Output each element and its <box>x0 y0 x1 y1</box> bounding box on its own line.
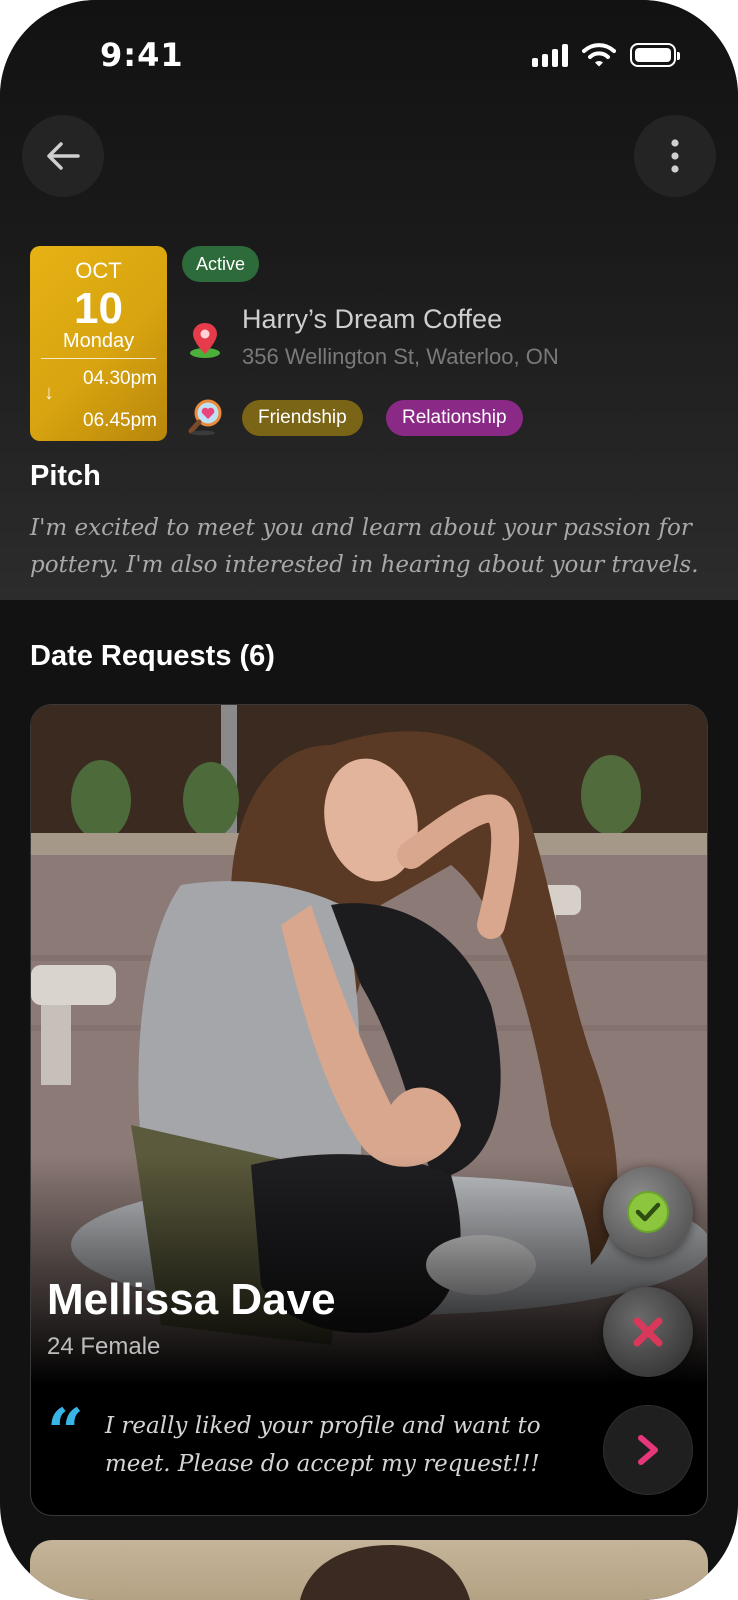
requester-name: Mellissa Dave <box>47 1275 336 1324</box>
date-requests-title: Date Requests (6) <box>30 640 275 672</box>
close-icon <box>633 1317 663 1347</box>
venue-address: 356 Wellington St, Waterloo, ON <box>242 344 559 369</box>
check-icon <box>627 1191 669 1233</box>
more-options-button[interactable] <box>634 115 716 197</box>
location-pin-icon <box>190 323 220 358</box>
back-button[interactable] <box>22 115 104 197</box>
more-vertical-icon <box>671 139 679 173</box>
status-icons <box>532 42 680 68</box>
search-heart-icon <box>188 399 222 436</box>
battery-icon <box>630 43 680 67</box>
next-profile-photo <box>300 1545 470 1600</box>
time-range-arrow-icon: ↓ <box>44 382 54 404</box>
accept-request-button[interactable] <box>603 1167 693 1257</box>
tag-relationship: Relationship <box>386 400 523 436</box>
event-day: 10 <box>74 284 123 333</box>
wifi-icon <box>582 43 616 67</box>
event-start-time: 04.30pm <box>83 368 157 389</box>
view-request-button[interactable] <box>603 1405 693 1495</box>
request-message: I really liked your profile and want to … <box>105 1413 541 1477</box>
back-arrow-icon <box>47 142 80 170</box>
pitch-text: I'm excited to meet you and learn about … <box>30 515 699 578</box>
requester-age-gender: 24 Female <box>47 1333 161 1360</box>
event-weekday: Monday <box>62 330 135 352</box>
quote-icon: “ <box>47 1395 84 1470</box>
event-month: OCT <box>75 258 122 283</box>
phone-frame: 9:41 OCT 10 Monday ↓ 04.30pm 06.45pm Act… <box>0 0 738 1600</box>
status-badge: Active <box>182 246 260 282</box>
event-end-time: 06.45pm <box>83 410 157 431</box>
pitch-title: Pitch <box>30 460 101 492</box>
event-date-card: OCT 10 Monday ↓ 04.30pm 06.45pm <box>30 246 167 441</box>
date-request-card-next[interactable] <box>30 1540 708 1600</box>
chevron-right-icon <box>638 1435 658 1465</box>
cellular-signal-icon <box>532 43 568 67</box>
reject-request-button[interactable] <box>603 1287 693 1377</box>
status-time: 9:41 <box>100 36 184 74</box>
date-divider <box>41 358 156 359</box>
venue-name: Harry’s Dream Coffee <box>242 304 503 334</box>
date-request-card[interactable]: Mellissa Dave 24 Female “ I really liked… <box>30 704 708 1516</box>
tag-friendship: Friendship <box>242 400 363 436</box>
